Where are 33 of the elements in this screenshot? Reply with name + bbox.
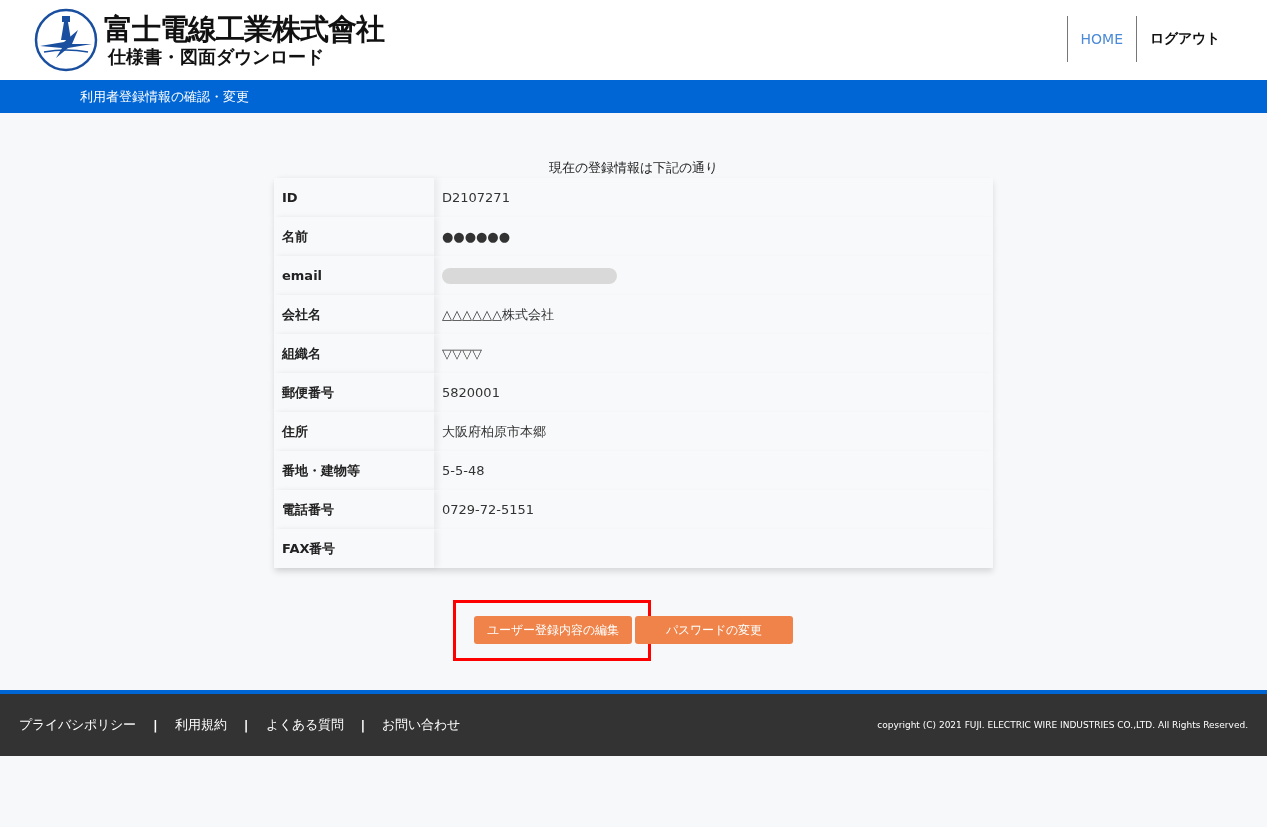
- value-cell-text: 0729-72-5151: [441, 501, 536, 519]
- company-name: 富士電線工業株式會社: [104, 12, 384, 46]
- label-cell: 名前: [274, 217, 434, 256]
- value-cell-text: ●●●●●●: [441, 228, 512, 246]
- site-subtitle: 仕様書・図面ダウンロード: [106, 46, 325, 68]
- logo-emblem-icon: [34, 8, 98, 72]
- label-cell: ID: [274, 178, 434, 217]
- value-cell-text: △△△△△△株式会社: [441, 305, 555, 324]
- intro-text: 現在の登録情報は下記の通り: [549, 159, 718, 177]
- nav-link[interactable]: HOME: [1066, 16, 1136, 62]
- label-cell: 郵便番号: [274, 373, 434, 412]
- label-cell: 住所: [274, 412, 434, 451]
- footer-link[interactable]: お問い合わせ: [382, 716, 461, 734]
- footer-link[interactable]: よくある質問: [265, 716, 344, 734]
- page-title: 利用者登録情報の確認・変更: [80, 87, 249, 106]
- label-cell: 番地・建物等: [274, 451, 434, 490]
- nav-link[interactable]: ログアウト: [1136, 16, 1233, 62]
- label-cell: email: [274, 256, 434, 295]
- footer-link[interactable]: プライバシポリシー: [19, 716, 136, 734]
- copyright-text: copyright (C) 2021 FUJI. ELECTRIC WIRE INDUSTRIES CO.,LTD. All Rights Reserved.: [877, 720, 1248, 730]
- link-separator: |: [153, 717, 158, 733]
- value-cell-text: 大阪府柏原市本郷: [441, 422, 547, 441]
- label-cell: 電話番号: [274, 490, 434, 529]
- label-cell: 組織名: [274, 334, 434, 373]
- value-cell-text: ▽▽▽▽: [441, 345, 483, 363]
- value-cell-text: D2107271: [441, 189, 511, 207]
- link-separator: |: [360, 717, 366, 733]
- value-cell-text: 5820001: [441, 384, 501, 402]
- footer-link[interactable]: 利用規約: [174, 716, 227, 734]
- label-cell: FAX番号: [274, 529, 434, 568]
- label-cell: 会社名: [274, 295, 434, 334]
- link-separator: |: [243, 717, 249, 733]
- value-cell-text: 5-5-48: [441, 462, 486, 480]
